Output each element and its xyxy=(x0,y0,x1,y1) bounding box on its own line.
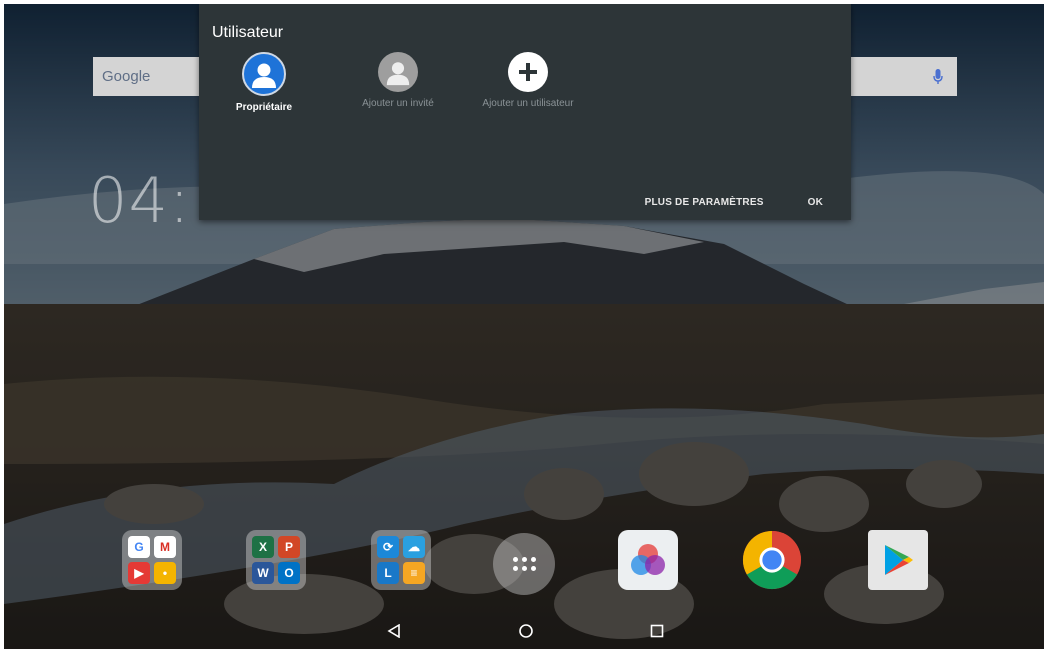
dialog-actions: PLUS DE PARAMÈTRES OK xyxy=(645,197,823,208)
chrome-icon[interactable] xyxy=(742,530,802,590)
photos-app-icon[interactable] xyxy=(618,530,678,590)
google-logo: Google xyxy=(102,68,151,85)
add-user-button[interactable]: Ajouter un utilisateur xyxy=(463,52,593,109)
apps-grid-icon xyxy=(512,557,536,571)
person-avatar-icon xyxy=(242,52,286,96)
youtube-icon: ▶ xyxy=(128,562,150,584)
user-owner[interactable]: Propriétaire xyxy=(199,52,329,113)
home-icon xyxy=(519,624,533,638)
google-search-bar-end[interactable] xyxy=(851,57,957,96)
google-apps-folder[interactable]: G M ▶ • xyxy=(122,530,182,590)
guest-avatar-icon xyxy=(378,52,418,92)
all-apps-button[interactable] xyxy=(493,533,555,595)
home-button[interactable] xyxy=(513,621,539,641)
clock-widget[interactable]: 04: xyxy=(88,164,191,237)
word-icon: W xyxy=(252,562,274,584)
recents-button[interactable] xyxy=(644,621,670,641)
launcher-icon: L xyxy=(377,562,399,584)
lenovo-apps-folder[interactable]: ⟳ ☁ L ≡ xyxy=(371,530,431,590)
dialog-title: Utilisateur xyxy=(212,24,284,41)
add-guest-button[interactable]: Ajouter un invité xyxy=(333,52,463,109)
play-store-icon[interactable] xyxy=(868,530,928,590)
keep-icon: • xyxy=(154,562,176,584)
add-icon xyxy=(508,52,548,92)
weather-icon: ☁ xyxy=(403,536,425,558)
google-search-bar[interactable]: Google xyxy=(93,57,203,96)
gmail-icon: M xyxy=(154,536,176,558)
powerpoint-icon: P xyxy=(278,536,300,558)
user-switcher-dialog: Utilisateur Propriétaire Ajouter un invi… xyxy=(199,4,851,220)
notes-icon: ≡ xyxy=(403,562,425,584)
office-apps-folder[interactable]: X P W O xyxy=(246,530,306,590)
user-label: Propriétaire xyxy=(235,102,293,113)
excel-icon: X xyxy=(252,536,274,558)
google-icon: G xyxy=(128,536,150,558)
user-label: Ajouter un invité xyxy=(362,98,434,109)
more-settings-button[interactable]: PLUS DE PARAMÈTRES xyxy=(645,197,764,208)
home-screen: Google 04: Utilisateur Propriétaire Ajou… xyxy=(4,4,1044,649)
microphone-icon[interactable] xyxy=(933,68,943,85)
back-button[interactable] xyxy=(381,621,407,641)
outlook-icon: O xyxy=(278,562,300,584)
sync-icon: ⟳ xyxy=(377,536,399,558)
ok-button[interactable]: OK xyxy=(808,197,823,208)
navigation-bar xyxy=(4,615,1044,649)
color-circles-icon xyxy=(631,544,665,575)
back-icon xyxy=(387,624,400,638)
recents-icon xyxy=(650,624,664,638)
user-label: Ajouter un utilisateur xyxy=(482,98,574,109)
